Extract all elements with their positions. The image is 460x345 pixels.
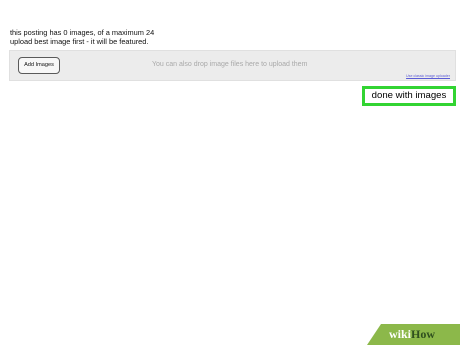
- featured-image-hint: upload best image first - it will be fea…: [10, 36, 149, 46]
- add-images-button[interactable]: Add Images: [18, 57, 60, 74]
- classic-uploader-link[interactable]: Use classic image uploader: [406, 74, 450, 78]
- watermark-wiki-text: wiki: [389, 327, 412, 341]
- done-with-images-button[interactable]: done with images: [362, 86, 456, 106]
- drop-files-hint: You can also drop image files here to up…: [152, 61, 308, 68]
- watermark-how-text: How: [411, 327, 436, 341]
- wikihow-watermark: wikiHow: [367, 324, 460, 345]
- image-count-info: this posting has 0 images, of a maximum …: [10, 28, 154, 46]
- image-upload-dropzone[interactable]: Add Images You can also drop image files…: [9, 50, 456, 81]
